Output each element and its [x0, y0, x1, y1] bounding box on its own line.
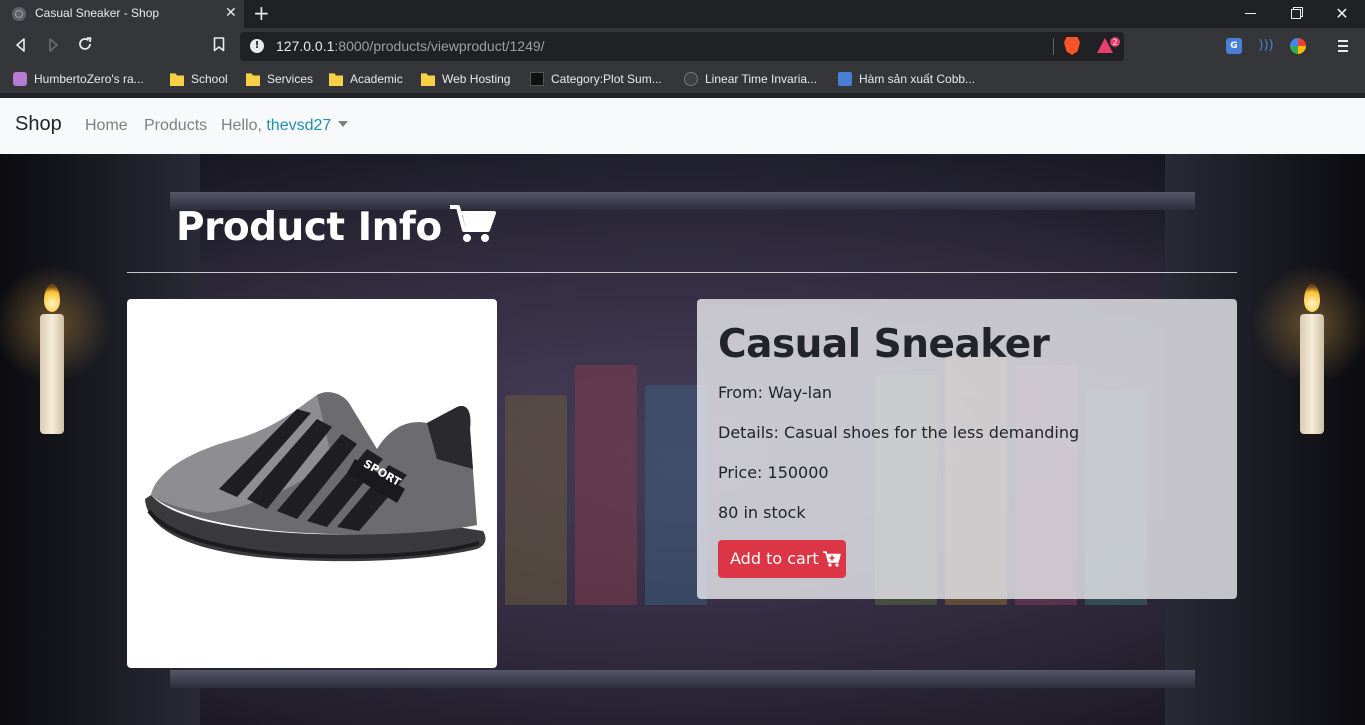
reload-icon[interactable] [74, 36, 96, 58]
page-title: Product Info [176, 204, 496, 254]
divider [127, 272, 1237, 273]
rewards-badge: 2 [1109, 36, 1121, 48]
hero-background: Product Info SPORT Casual Sneaker From: … [0, 154, 1365, 725]
divider [1053, 38, 1054, 55]
site-navbar: Shop Home Products Hello, thevsd27 [0, 98, 1365, 154]
cart-plus-icon [822, 543, 841, 581]
product-details: Details: Casual shoes for the less deman… [718, 423, 1080, 442]
product-vendor: From: Way-lan [718, 383, 833, 402]
url-text[interactable]: 127.0.0.1:8000/products/viewproduct/1249… [276, 38, 545, 54]
browser-tab[interactable]: Casual Sneaker - Shop ✕ [0, 0, 244, 28]
nav-link-home[interactable]: Home [85, 117, 128, 135]
bookmark-folder-academic[interactable]: Academic [329, 71, 403, 87]
folder-icon [421, 73, 435, 86]
navbar-brand[interactable]: Shop [15, 113, 62, 136]
minimize-window-icon[interactable] [1227, 0, 1273, 28]
folder-icon [329, 73, 343, 86]
back-icon[interactable] [10, 36, 32, 58]
globe-icon [12, 7, 26, 21]
audio-extension-icon[interactable]: ))) [1258, 38, 1274, 54]
globe-icon [684, 72, 698, 86]
candle-icon [40, 314, 64, 434]
translate-extension-icon[interactable]: G [1226, 38, 1242, 54]
bookmark-folder-web-hosting[interactable]: Web Hosting [421, 71, 510, 87]
browser-toolbar: ! 127.0.0.1:8000/products/viewproduct/12… [0, 28, 1365, 65]
nav-link-products[interactable]: Products [144, 117, 207, 135]
forward-icon[interactable] [42, 36, 64, 58]
bookmarks-bar: HumbertoZero's ra... School Services Aca… [0, 65, 1365, 93]
username: thevsd27 [266, 117, 332, 134]
avatar-icon [13, 72, 27, 86]
browser-menu-icon[interactable] [1336, 38, 1350, 54]
shopping-cart-icon [449, 204, 496, 254]
folder-icon [170, 73, 184, 86]
site-info-icon[interactable]: ! [250, 39, 264, 53]
candle-icon [1300, 314, 1324, 434]
browser-tab-strip: Casual Sneaker - Shop ✕ + ✕ [0, 0, 1365, 28]
brave-shields-icon[interactable] [1064, 37, 1080, 55]
wiki-icon [530, 72, 544, 86]
bookmark-item[interactable]: HumbertoZero's ra... [13, 71, 144, 87]
shelf-board [170, 670, 1195, 688]
bookmark-item[interactable]: Category:Plot Sum... [530, 71, 662, 87]
doc-icon [838, 72, 852, 86]
product-price: Price: 150000 [718, 463, 829, 482]
bookmark-item[interactable]: Linear Time Invaria... [684, 71, 817, 87]
flame-icon [44, 284, 60, 312]
user-dropdown-toggle[interactable]: Hello, thevsd27 [221, 117, 349, 135]
product-image: SPORT [127, 299, 497, 668]
sneaker-image: SPORT [145, 392, 486, 562]
close-window-icon[interactable]: ✕ [1319, 0, 1365, 28]
chevron-down-icon [338, 121, 349, 127]
page-viewport: Shop Home Products Hello, thevsd27 Produ… [0, 98, 1365, 725]
bookmark-icon[interactable] [208, 36, 230, 58]
flame-icon [1304, 284, 1320, 312]
restore-window-icon[interactable] [1273, 0, 1319, 28]
bookmark-folder-services[interactable]: Services [246, 71, 313, 87]
folder-icon [246, 73, 260, 86]
address-bar[interactable]: ! 127.0.0.1:8000/products/viewproduct/12… [240, 32, 1124, 61]
product-name: Casual Sneaker [718, 322, 1050, 367]
product-info-card: Casual Sneaker From: Way-lan Details: Ca… [697, 299, 1237, 599]
close-tab-icon[interactable]: ✕ [225, 4, 237, 22]
color-picker-extension-icon[interactable] [1290, 38, 1306, 54]
book-decoration [575, 365, 637, 605]
new-tab-icon[interactable]: + [253, 2, 270, 24]
bookmark-folder-school[interactable]: School [170, 71, 228, 87]
add-to-cart-button[interactable]: Add to cart [718, 540, 846, 578]
book-decoration [505, 395, 567, 605]
tab-title: Casual Sneaker - Shop [35, 6, 160, 20]
bookmark-item[interactable]: Hàm sản xuất Cobb... [838, 71, 975, 87]
product-stock: 80 in stock [718, 503, 806, 522]
